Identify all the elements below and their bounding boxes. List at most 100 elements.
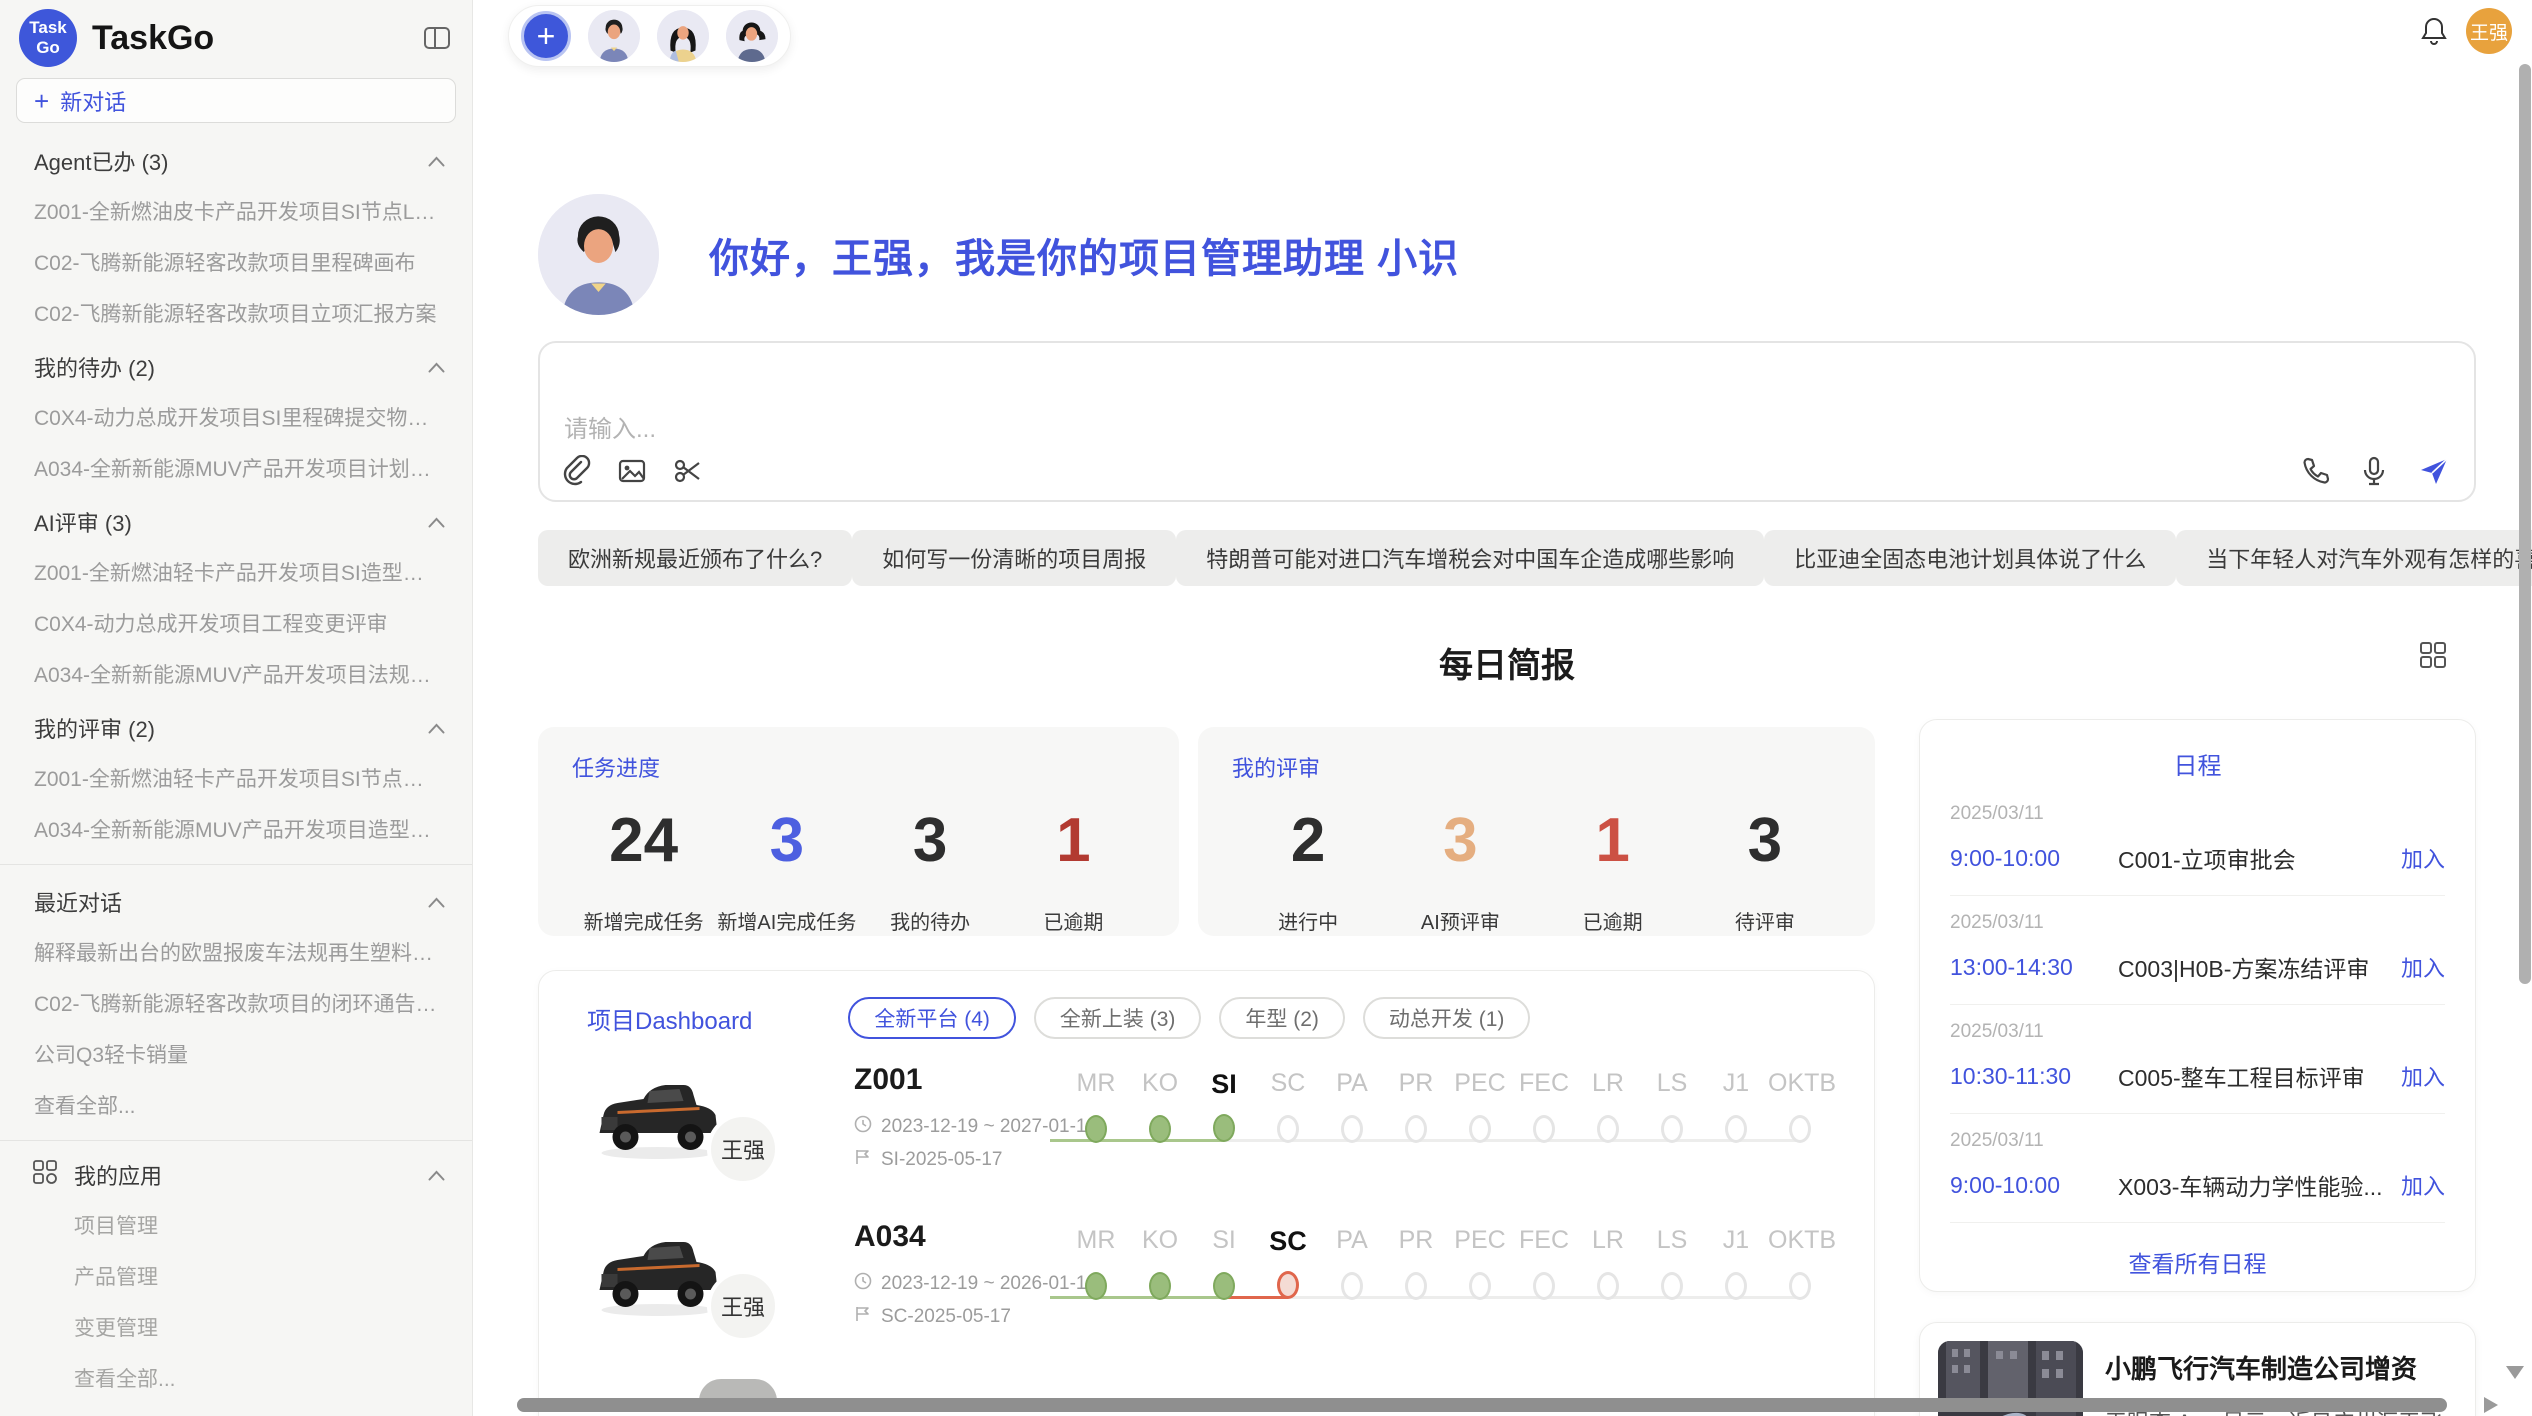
sidebar-task-item[interactable]: A034-全新新能源MUV产品开发项目法规符合性评审 [0, 649, 472, 700]
member-avatar-2[interactable] [657, 10, 709, 62]
milestone-dot[interactable] [1085, 1272, 1107, 1300]
microphone-icon[interactable] [2358, 455, 2390, 487]
section-header-2[interactable]: AI评审 (3) [0, 494, 472, 547]
chevron-up-icon[interactable] [427, 361, 446, 374]
project-code[interactable]: A034 [854, 1220, 926, 1254]
chevron-up-icon[interactable] [427, 896, 446, 909]
project-flag-milestone: SC-2025-05-17 [854, 1305, 1011, 1329]
stat-value: 3 [1384, 805, 1536, 876]
add-agent-button[interactable]: + [521, 11, 571, 61]
milestone-dot[interactable] [1533, 1272, 1555, 1300]
notifications-bell-icon[interactable] [2420, 16, 2448, 46]
sidebar-task-item[interactable]: C02-飞腾新能源轻客改款项目里程碑画布 [0, 237, 472, 288]
milestone-dot[interactable] [1405, 1272, 1427, 1300]
vertical-scrollbar[interactable] [2519, 64, 2531, 984]
milestone-dot[interactable] [1597, 1115, 1619, 1143]
scroll-right-arrow[interactable] [2484, 1397, 2498, 1413]
milestone-label: SC [1256, 1226, 1320, 1257]
milestone-dot[interactable] [1725, 1115, 1747, 1143]
milestone-dot[interactable] [1469, 1115, 1491, 1143]
milestone-dot[interactable] [1661, 1115, 1683, 1143]
stat-card: 任务进度24新增完成任务3新增AI完成任务3我的待办1已逾期 [538, 727, 1179, 936]
milestone-dot[interactable] [1277, 1271, 1299, 1299]
scissors-icon[interactable] [672, 455, 704, 487]
dashboard-filter-pill[interactable]: 年型 (2) [1219, 997, 1345, 1039]
sidebar-item-cloud-space[interactable]: 我的云空间 [0, 1404, 472, 1416]
event-name: C001-立项审批会 [2118, 841, 2401, 875]
layout-grid-icon[interactable] [2418, 640, 2448, 670]
suggestion-chip[interactable]: 特朗普可能对进口汽车增税会对中国车企造成哪些影响 [1176, 530, 1764, 586]
recent-conversation-item[interactable]: 解释最新出台的欧盟报废车法规再生塑料比例被调至15%... [0, 927, 472, 978]
app-sub-item[interactable]: 项目管理 [0, 1200, 472, 1251]
app-sub-item[interactable]: 查看全部... [0, 1353, 472, 1404]
milestone-dot[interactable] [1469, 1272, 1491, 1300]
milestone-dot[interactable] [1213, 1272, 1235, 1300]
horizontal-scrollbar[interactable] [517, 1398, 2447, 1412]
milestone-dot[interactable] [1149, 1115, 1171, 1143]
chevron-up-icon[interactable] [427, 722, 446, 735]
sidebar-task-item[interactable]: A034-全新新能源MUV产品开发项目计划变更表编写 [0, 443, 472, 494]
suggestion-chip[interactable]: 比亚迪全固态电池计划具体说了什么 [1764, 530, 2176, 586]
sidebar-task-item[interactable]: A034-全新新能源MUV产品开发项目造型可行性评审 [0, 804, 472, 855]
section-header-0[interactable]: Agent已办 (3) [0, 133, 472, 186]
milestone-dot[interactable] [1085, 1115, 1107, 1143]
user-avatar[interactable]: 王强 [2466, 8, 2512, 54]
milestone-dot[interactable] [1789, 1115, 1811, 1143]
recent-conversation-item[interactable]: 查看全部... [0, 1080, 472, 1131]
dashboard-filter-pill[interactable]: 全新平台 (4) [848, 997, 1016, 1039]
milestone-dot[interactable] [1725, 1272, 1747, 1300]
sidebar-task-item[interactable]: C02-飞腾新能源轻客改款项目立项汇报方案 [0, 288, 472, 339]
milestone-dot[interactable] [1341, 1272, 1363, 1300]
app-sub-item[interactable]: 变更管理 [0, 1302, 472, 1353]
scroll-down-arrow[interactable] [2506, 1366, 2524, 1379]
project-code[interactable]: Z001 [854, 1063, 922, 1097]
join-link[interactable]: 加入 [2401, 951, 2445, 983]
join-link[interactable]: 加入 [2401, 1169, 2445, 1201]
section-header-3[interactable]: 我的评审 (2) [0, 700, 472, 753]
sidebar-task-item[interactable]: C0X4-动力总成开发项目SI里程碑提交物检查 [0, 392, 472, 443]
app-sub-item[interactable]: 产品管理 [0, 1251, 472, 1302]
schedule-event: 2025/03/119:00-10:00C001-立项审批会加入 [1950, 787, 2445, 896]
milestone-dot[interactable] [1789, 1272, 1811, 1300]
milestone-dot[interactable] [1149, 1272, 1171, 1300]
attachment-icon[interactable] [560, 455, 592, 487]
chevron-up-icon[interactable] [427, 516, 446, 529]
member-avatar-1[interactable] [588, 10, 640, 62]
voice-call-icon[interactable] [2298, 455, 2330, 487]
sidebar-task-item[interactable]: C0X4-动力总成开发项目工程变更评审 [0, 598, 472, 649]
view-all-schedule-link[interactable]: 查看所有日程 [1920, 1245, 2475, 1279]
suggestion-chip[interactable]: 如何写一份清晰的项目周报 [852, 530, 1176, 586]
new-chat-button[interactable]: + 新对话 [16, 78, 456, 123]
collapse-sidebar-icon[interactable] [422, 23, 452, 53]
send-icon[interactable] [2418, 455, 2450, 487]
recent-conversation-item[interactable]: C02-飞腾新能源轻客改款项目的闭环通告反馈情况 [0, 978, 472, 1029]
chat-input-box[interactable]: 请输入... [538, 341, 2476, 502]
milestone: J1 [1704, 1226, 1768, 1300]
sidebar-item-my-apps[interactable]: 我的应用 [0, 1150, 472, 1200]
milestone-dot[interactable] [1405, 1115, 1427, 1143]
dashboard-filter-pill[interactable]: 全新上装 (3) [1034, 997, 1202, 1039]
milestone: LS [1640, 1069, 1704, 1143]
join-link[interactable]: 加入 [2401, 842, 2445, 874]
sidebar-task-item[interactable]: Z001-全新燃油皮卡产品开发项目SI节点Lesson Learn报告 [0, 186, 472, 237]
milestone-dot[interactable] [1661, 1272, 1683, 1300]
milestone-dot[interactable] [1341, 1115, 1363, 1143]
suggestion-chip[interactable]: 欧洲新规最近颁布了什么? [538, 530, 852, 586]
suggestion-chip[interactable]: 当下年轻人对汽车外观有怎样的喜好趋势 [2176, 530, 2532, 586]
milestone-dot[interactable] [1533, 1115, 1555, 1143]
chevron-up-icon[interactable] [427, 1169, 446, 1182]
join-link[interactable]: 加入 [2401, 1060, 2445, 1092]
milestone-dot[interactable] [1213, 1114, 1235, 1142]
member-avatar-3[interactable] [726, 10, 778, 62]
event-time: 10:30-11:30 [1950, 1063, 2118, 1090]
sidebar-task-item[interactable]: Z001-全新燃油轻卡产品开发项目SI节点属性5D文件评审 [0, 753, 472, 804]
recent-header[interactable]: 最近对话 [0, 874, 472, 927]
sidebar-task-item[interactable]: Z001-全新燃油轻卡产品开发项目SI造型提交物评审 [0, 547, 472, 598]
milestone-dot[interactable] [1277, 1115, 1299, 1143]
chevron-up-icon[interactable] [427, 155, 446, 168]
dashboard-filter-pill[interactable]: 动总开发 (1) [1363, 997, 1531, 1039]
milestone-dot[interactable] [1597, 1272, 1619, 1300]
recent-conversation-item[interactable]: 公司Q3轻卡销量 [0, 1029, 472, 1080]
section-header-1[interactable]: 我的待办 (2) [0, 339, 472, 392]
image-icon[interactable] [616, 455, 648, 487]
